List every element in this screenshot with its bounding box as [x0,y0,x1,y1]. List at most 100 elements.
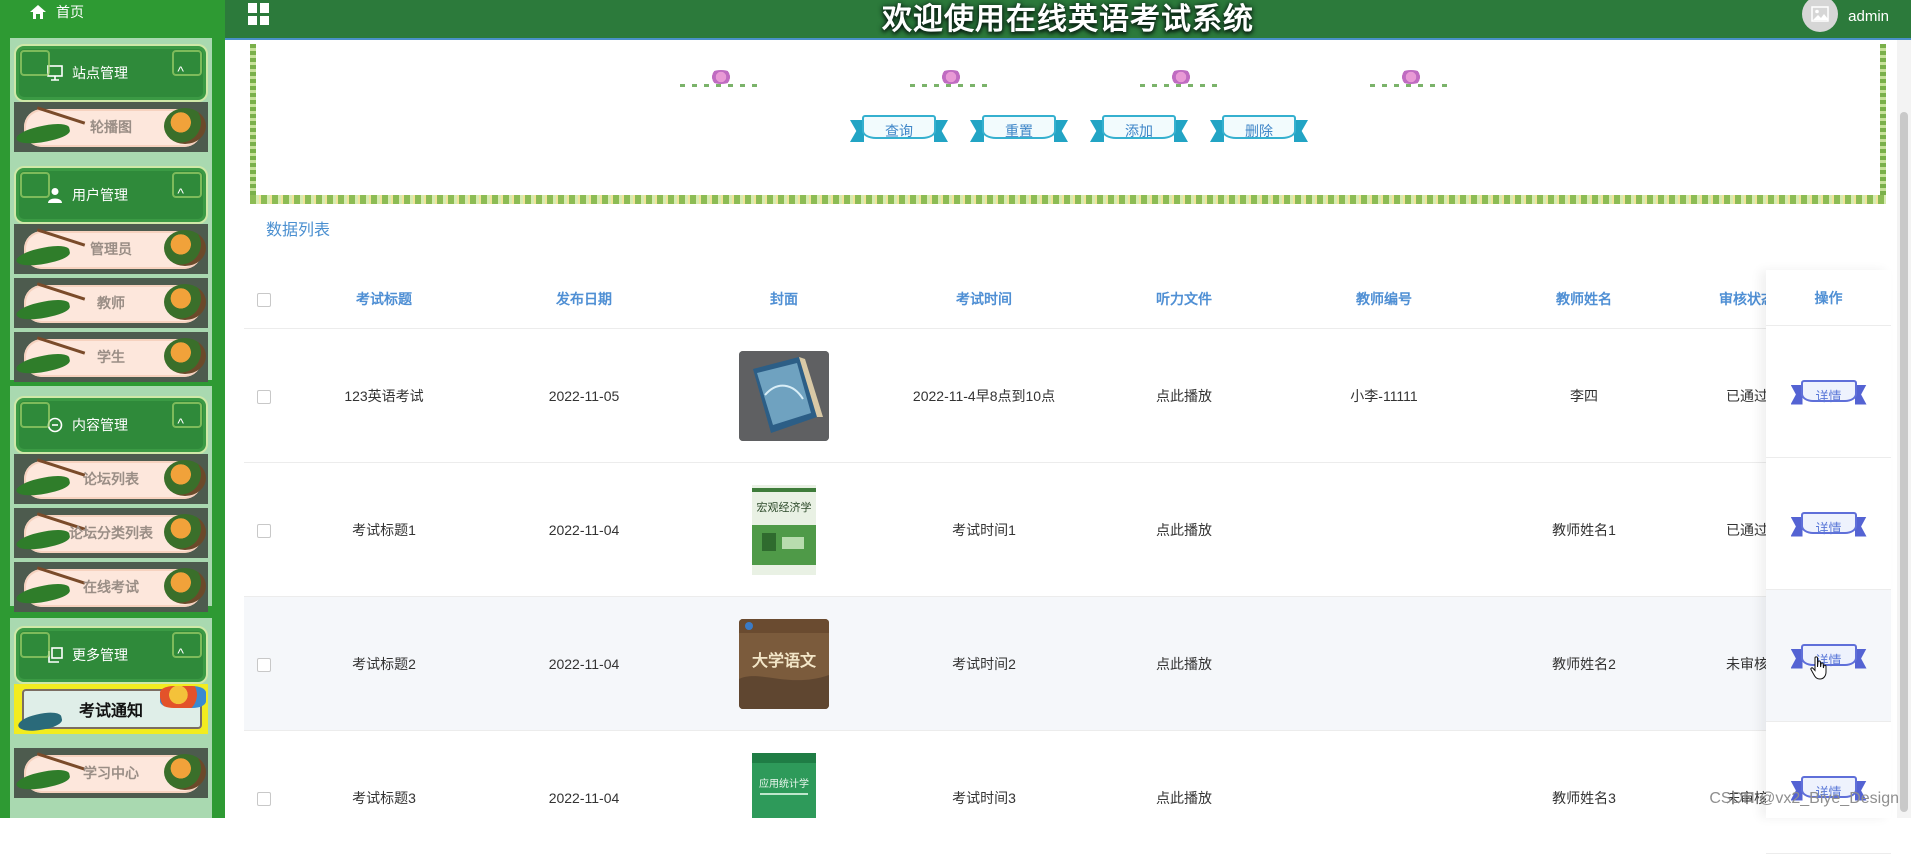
detail-button[interactable]: 详情 [1790,509,1867,539]
sidebar-item-forum-category[interactable]: 论坛分类列表 [14,508,208,558]
cover-image[interactable]: 宏观经济学 [752,484,816,575]
table-row: 123英语考试 2022-11-05 2022-11-4早8点到10点 点此播放… [244,328,1890,463]
operation-cell: 详情 [1766,722,1891,854]
table-row: 考试标题3 2022-11-04 应用统计学 考试时间3 点此播放 教师姓名3 … [244,730,1890,818]
exam-title-cell: 考试标题1 [284,462,484,597]
cover-cell: 应用统计学 [684,730,884,818]
vine-border [250,44,256,200]
cover-cell: 大学语文 [684,596,884,731]
top-header: 欢迎使用在线英语考试系统 admin [225,0,1911,40]
row-checkbox[interactable] [244,730,284,818]
sidebar-item-home[interactable]: 首页 [30,0,84,24]
publish-date-cell: 2022-11-04 [484,596,684,731]
teacher-no-cell [1284,462,1484,597]
column-header[interactable]: 考试时间 [884,270,1084,329]
user-menu[interactable]: admin [1802,0,1889,32]
sidebar-item-label: 首页 [56,4,84,20]
column-header[interactable]: 教师编号 [1284,270,1484,329]
teacher-name-cell: 李四 [1484,328,1684,463]
detail-button[interactable]: 详情 [1790,641,1867,671]
sidebar-group-more[interactable]: 更多管理 ^ [14,626,208,684]
image-icon [1811,6,1829,22]
teacher-name-cell: 教师姓名2 [1484,596,1684,731]
row-checkbox[interactable] [244,596,284,731]
scrollbar-thumb[interactable] [1900,112,1908,812]
button-label: 添加 [1125,123,1153,139]
column-header[interactable]: 听力文件 [1084,270,1284,329]
sidebar-item-label: 论坛列表 [83,471,139,487]
button-label: 删除 [1245,123,1273,139]
teacher-name-cell: 教师姓名1 [1484,462,1684,597]
add-button[interactable]: 添加 [1090,110,1188,144]
audio-link[interactable]: 点此播放 [1084,462,1284,597]
row-checkbox[interactable] [244,462,284,597]
audio-link[interactable]: 点此播放 [1084,596,1284,731]
hand-cursor-icon [1810,656,1827,680]
home-icon [30,5,46,19]
exam-time-cell: 考试时间3 [884,730,1084,818]
button-label: 详情 [1815,388,1842,404]
chevron-up-icon: ^ [177,185,184,201]
vine-border [1880,44,1886,200]
chevron-up-icon: ^ [177,645,184,661]
sidebar-item-forum-list[interactable]: 论坛列表 [14,454,208,504]
column-header: 操作 [1766,270,1891,326]
sidebar-item-label: 管理员 [90,241,132,257]
cover-image[interactable] [739,350,829,441]
sidebar-group-label: 站点管理 [72,65,128,81]
sidebar-item-study-center[interactable]: 学习中心 [14,748,208,798]
teacher-name-cell: 教师姓名3 [1484,730,1684,818]
exam-title-cell: 考试标题2 [284,596,484,731]
column-header[interactable]: 考试标题 [284,270,484,329]
column-header[interactable]: 教师姓名 [1484,270,1684,329]
sidebar-item-exam-notice[interactable]: 考试通知 [14,684,208,734]
button-label: 详情 [1815,520,1842,536]
cover-cell [684,328,884,463]
query-button[interactable]: 查询 [850,110,948,144]
table-header-row: 考试标题 发布日期 封面 考试时间 听力文件 教师编号 教师姓名 审核状态 [244,270,1890,329]
cover-image[interactable]: 应用统计学 [752,752,816,818]
exam-time-cell: 2022-11-4早8点到10点 [884,328,1084,463]
sidebar-item-student[interactable]: 学生 [14,332,208,382]
cover-cell: 宏观经济学 [684,462,884,597]
sidebar-group-site[interactable]: 站点管理 ^ [14,44,208,102]
page-scrollbar[interactable] [1897,40,1911,818]
audio-link[interactable]: 点此播放 [1084,730,1284,818]
sidebar-item-admin[interactable]: 管理员 [14,224,208,274]
operation-cell: 详情 [1766,326,1891,458]
table-row: 考试标题1 2022-11-04 宏观经济学 考试时间1 点此播放 教师姓名1 … [244,462,1890,597]
row-checkbox[interactable] [244,328,284,463]
sidebar-item-label: 教师 [97,295,125,311]
audio-link[interactable]: 点此播放 [1084,328,1284,463]
exam-time-cell: 考试时间2 [884,596,1084,731]
avatar[interactable] [1802,0,1839,32]
sidebar-item-online-exam[interactable]: 在线考试 [14,562,208,612]
sidebar-item-label: 学生 [97,349,125,365]
reset-button[interactable]: 重置 [970,110,1068,144]
delete-button[interactable]: 删除 [1210,110,1308,144]
operation-cell: 详情 [1766,458,1891,590]
button-label: 查询 [885,123,913,139]
column-header[interactable]: 封面 [684,270,884,329]
sidebar-group-content[interactable]: 内容管理 ^ [14,396,208,454]
sidebar-item-label: 学习中心 [83,765,139,781]
copy-icon [46,646,64,664]
publish-date-cell: 2022-11-05 [484,328,684,463]
exam-title-cell: 123英语考试 [284,328,484,463]
sidebar-item-teacher[interactable]: 教师 [14,278,208,328]
teacher-no-cell: 小李-11111 [1284,328,1484,463]
monitor-icon [46,64,64,82]
publish-date-cell: 2022-11-04 [484,462,684,597]
search-panel: 查询 重置 添加 删除 [250,44,1886,204]
sidebar-item-carousel[interactable]: 轮播图 [14,102,208,152]
sidebar-group-users[interactable]: 用户管理 ^ [14,166,208,224]
column-header[interactable]: 发布日期 [484,270,684,329]
teacher-no-cell [1284,596,1484,731]
user-icon [46,186,64,204]
button-label: 详情 [1815,652,1842,668]
sidebar-group-label: 内容管理 [72,417,128,433]
detail-button[interactable]: 详情 [1790,377,1867,407]
cover-image[interactable]: 大学语文 [739,618,829,709]
select-all-checkbox[interactable] [244,270,284,329]
sidebar-item-label: 在线考试 [83,579,139,595]
